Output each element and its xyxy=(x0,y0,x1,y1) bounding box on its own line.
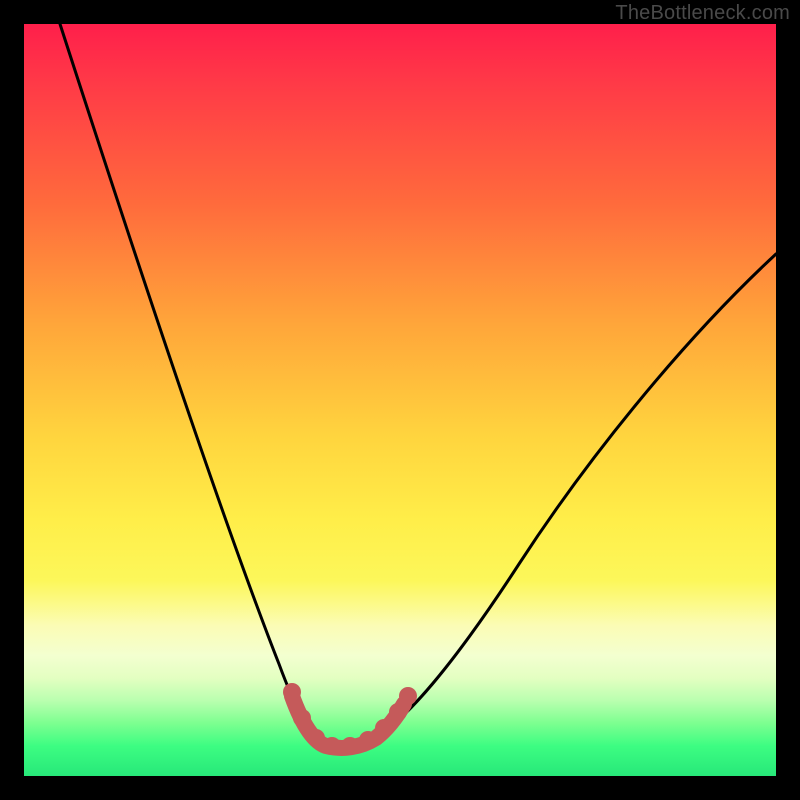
watermark-text: TheBottleneck.com xyxy=(615,2,790,25)
bottleneck-curve-svg xyxy=(24,24,776,776)
optimal-range-dots xyxy=(283,683,417,755)
plot-area xyxy=(24,24,776,776)
bottleneck-curve xyxy=(60,24,776,747)
chart-frame: TheBottleneck.com xyxy=(0,0,800,800)
